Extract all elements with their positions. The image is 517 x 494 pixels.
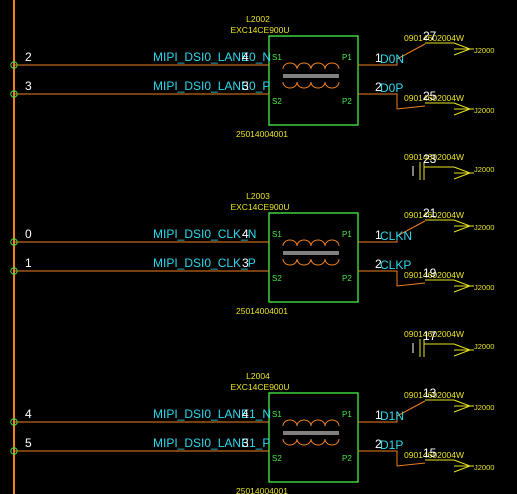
bottom-connector-pin: 19 <box>423 266 437 280</box>
top-connector-ref: J2000 <box>474 403 494 412</box>
component-code: 25014004001 <box>236 306 288 316</box>
bottom-output-label: D0P <box>380 81 403 95</box>
pin-p1-label: P1 <box>342 230 352 239</box>
bottom-net-name: MIPI_DSI0_LANE0_P <box>153 79 270 93</box>
top-connector-pin: 13 <box>423 386 437 400</box>
top-net-name: MIPI_DSI0_LANE0_N <box>153 50 271 64</box>
pin-s1-label: S1 <box>272 410 282 419</box>
bottom-net-name: MIPI_DSI0_LANE1_P <box>153 436 270 450</box>
bottom-connector-ref: J2000 <box>474 283 494 292</box>
component-ref: L2003 <box>246 191 270 201</box>
pin-s2-label: S2 <box>272 454 282 463</box>
pin-p2-label: P2 <box>342 274 352 283</box>
top-output-label: D1N <box>380 409 404 423</box>
top-input-pin-number: 4 <box>242 227 249 241</box>
top-output-label: CLKN <box>380 229 412 243</box>
component-ref: L2004 <box>246 371 270 381</box>
bottom-bus-index: 3 <box>25 79 32 93</box>
ground-connector-ref: J2000 <box>474 165 494 174</box>
bottom-input-pin-number: 3 <box>242 436 249 450</box>
bottom-connector-ref: J2000 <box>474 106 494 115</box>
component-code: 25014004001 <box>236 486 288 494</box>
top-connector-pin: 21 <box>423 206 437 220</box>
bottom-bus-index: 1 <box>25 256 32 270</box>
top-net-name: MIPI_DSI0_LANE1_N <box>153 407 271 421</box>
bottom-connector-ref: J2000 <box>474 463 494 472</box>
bottom-net-name: MIPI_DSI0_CLK_P <box>153 256 256 270</box>
ground-connector-pin: 17 <box>423 329 437 343</box>
top-bus-index: 2 <box>25 50 32 64</box>
top-input-pin-number: 4 <box>242 407 249 421</box>
top-connector-pin: 27 <box>423 29 437 43</box>
top-connector-ref: J2000 <box>474 46 494 55</box>
component-part-number: EXC14CE900U <box>230 25 289 35</box>
top-bus-index: 4 <box>25 407 32 421</box>
pin-p2-label: P2 <box>342 454 352 463</box>
top-input-pin-number: 4 <box>242 50 249 64</box>
top-net-name: MIPI_DSI0_CLK_N <box>153 227 256 241</box>
schematic-canvas: L2002EXC14CE900U25014004001S1S2P1P22 MIPI… <box>0 0 517 494</box>
bottom-connector-pin: 15 <box>423 446 437 460</box>
bottom-connector-pin: 25 <box>423 89 437 103</box>
bottom-output-label: D1P <box>380 438 403 452</box>
bottom-bus-index: 5 <box>25 436 32 450</box>
pin-s2-label: S2 <box>272 274 282 283</box>
component-code: 25014004001 <box>236 129 288 139</box>
bottom-input-pin-number: 3 <box>242 256 249 270</box>
pin-s1-label: S1 <box>272 230 282 239</box>
pin-p1-label: P1 <box>342 410 352 419</box>
ground-connector-pin: 23 <box>423 152 437 166</box>
component-ref: L2002 <box>246 14 270 24</box>
pin-p2-label: P2 <box>342 97 352 106</box>
top-output-label: D0N <box>380 52 404 66</box>
pin-s2-label: S2 <box>272 97 282 106</box>
component-part-number: EXC14CE900U <box>230 382 289 392</box>
pin-p1-label: P1 <box>342 53 352 62</box>
component-part-number: EXC14CE900U <box>230 202 289 212</box>
pin-s1-label: S1 <box>272 53 282 62</box>
bottom-input-pin-number: 3 <box>242 79 249 93</box>
top-bus-index: 0 <box>25 227 32 241</box>
top-connector-ref: J2000 <box>474 223 494 232</box>
ground-connector-ref: J2000 <box>474 342 494 351</box>
